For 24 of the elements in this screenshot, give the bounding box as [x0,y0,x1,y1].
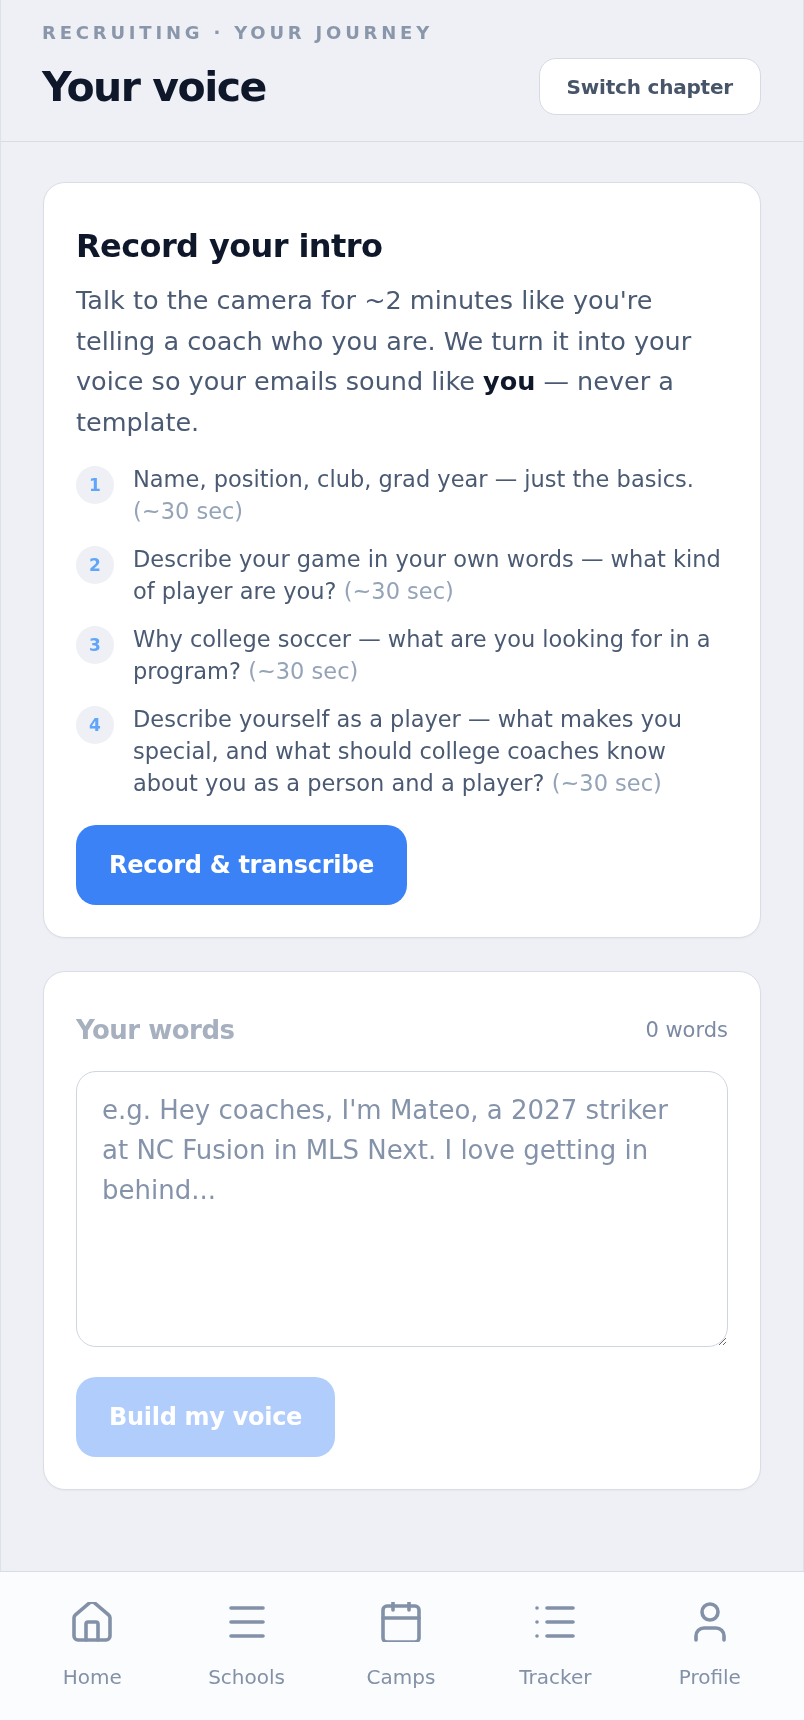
calendar-icon [381,1602,421,1642]
home-icon [72,1602,113,1642]
step-text: Why college soccer — what are you looking for in a program? (~30 sec) [133,625,712,686]
intro-text: Talk to the camera for ~2 minutes like you're telling a coach who you are. We turn it into your voice so your emails sound like you — never a template. [76,284,693,439]
page-title: Your voice [42,61,266,112]
word-count: 0 words [645,1017,728,1044]
nav-item[interactable]: Profile [678,1572,741,1690]
nav-item[interactable]: Schools [208,1572,285,1690]
nav-item[interactable]: Home [62,1572,122,1690]
breadcrumb-label: RECRUITING · YOUR JOURNEY [42,22,435,44]
step-text: Describe yourself as a player — what makes you special, and what should college coaches know about you as a person and a player? (~30 sec) [133,705,684,798]
nav-item[interactable]: Camps [366,1572,436,1690]
nav-item[interactable]: Tracker [519,1572,592,1690]
step-text: Name, position, club, grad year — just the basics. (~30 sec) [133,465,695,526]
step-number: 1 [76,466,114,504]
words-field[interactable]: e.g. Hey coaches, I'm Mateo, a 2027 striker at NC Fusion in MLS Next. I love getting in behind... [76,1071,728,1347]
step-number: 3 [76,626,114,664]
switch-chapter-button[interactable]: Switch chapter [538,58,761,115]
step-number: 2 [76,546,114,584]
card-title: Record your intro [76,228,383,265]
card-title: Your words [76,1015,235,1045]
step-number: 4 [76,706,114,744]
record-button[interactable]: Record & transcribe [76,825,408,905]
step-text: Describe your game in your own words — what kind of player are you? (~30 sec) [133,545,722,606]
